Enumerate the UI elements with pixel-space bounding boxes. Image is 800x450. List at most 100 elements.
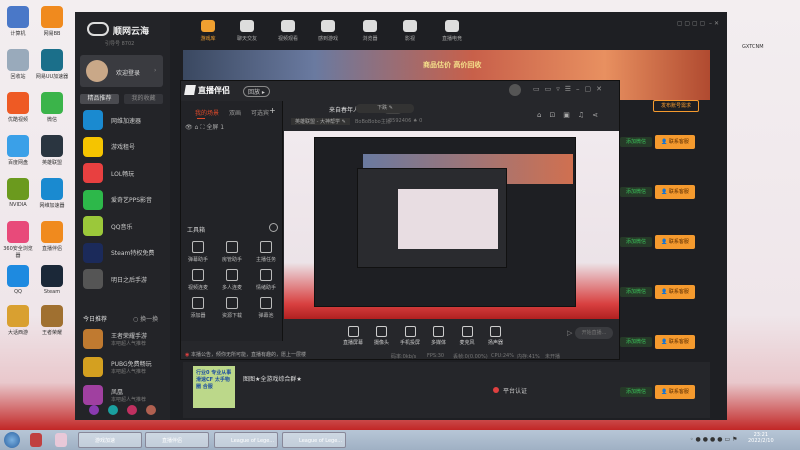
source-button[interactable]: 摄像头	[367, 326, 397, 346]
desktop-icon[interactable]: 英雄联盟	[35, 135, 69, 166]
desktop-icon[interactable]: 百度网盘	[1, 135, 35, 166]
refresh-icon[interactable]	[269, 223, 278, 232]
play-icon[interactable]	[108, 405, 118, 415]
tool-item[interactable]: 多人连麦	[215, 269, 249, 291]
contact-service-button[interactable]: 👤 联系客服	[655, 335, 695, 349]
taskbar-item[interactable]: 直播伴侣	[145, 432, 209, 448]
desktop-icon[interactable]: 360安全浏览器	[1, 221, 35, 259]
desktop-icon-label[interactable]: GXTCNM	[742, 44, 764, 50]
tool-item[interactable]: 弹幕助手	[181, 241, 215, 263]
taskbar-item[interactable]: League of Lege...	[214, 432, 278, 448]
sidebar-app[interactable]: 爱奇艺PPS影音	[83, 189, 152, 211]
desktop-icon[interactable]: 王者荣耀	[35, 305, 69, 336]
music-icon[interactable]	[89, 405, 99, 415]
window-controls[interactable]: ▭▭▿☰–▢✕	[533, 85, 607, 93]
clock[interactable]: 23:21 2022/2/10	[748, 432, 774, 444]
nav-item[interactable]: 感到游戏	[308, 20, 348, 42]
desktop-icon[interactable]: Steam	[35, 265, 69, 295]
tray-icons[interactable]: ◦●●●●▭⚑	[690, 436, 740, 443]
desktop-icon-label: 英雄联盟	[41, 160, 62, 166]
publish-request-button[interactable]: 发布账号需求	[653, 100, 699, 112]
contact-service-button[interactable]: 👤 联系客服	[655, 185, 695, 199]
window-controls[interactable]: ▢ ▢ ▢ ▢ – ✕	[677, 20, 719, 27]
scene-tab[interactable]: 我的场景	[195, 108, 219, 117]
taskbar-item[interactable]: 游戏加速	[78, 432, 142, 448]
nav-item[interactable]: 视频观看	[268, 20, 308, 42]
contact-service-button[interactable]: 👤 联系客服	[655, 235, 695, 249]
tool-item[interactable]: 房管助手	[215, 241, 249, 263]
tool-item[interactable]: 添加器	[181, 297, 215, 319]
source-button[interactable]: 麦克风	[452, 326, 482, 346]
nav-item[interactable]: 游戏库	[188, 20, 228, 42]
recommend-item[interactable]: 王者荣耀手游 本吧超人气推荐	[83, 328, 147, 350]
source-button[interactable]: 多媒体	[424, 326, 454, 346]
scene-tab[interactable]: 双画	[229, 108, 241, 117]
sidebar-app[interactable]: 明日之后手游	[83, 268, 147, 290]
desktop-icon[interactable]: 网易BB	[35, 6, 69, 37]
desktop-icon[interactable]: 大话西游	[1, 305, 35, 336]
start-live-button[interactable]: 开始直播...	[575, 327, 613, 339]
add-wechat-button[interactable]: 添加微信	[620, 287, 652, 297]
sidebar-app[interactable]: 游戏租号	[83, 136, 135, 158]
add-wechat-button[interactable]: 添加微信	[620, 387, 652, 397]
tool-item[interactable]: 视频连麦	[181, 269, 215, 291]
sidebar-app[interactable]: 网维加速器	[83, 109, 141, 131]
tab-favorites[interactable]: 我的收藏	[124, 94, 163, 104]
pinned-app-icon[interactable]	[30, 433, 42, 447]
taskbar-item[interactable]: League of Lege...	[282, 432, 346, 448]
tab-recommended[interactable]: 精品推荐	[80, 94, 119, 104]
avatar[interactable]	[509, 84, 521, 96]
heat-count: ♠ 0	[413, 118, 423, 124]
recommend-item[interactable]: PUBG免费畅玩 本吧超人气推荐	[83, 356, 152, 378]
contact-service-button[interactable]: 👤 联系客服	[655, 135, 695, 149]
recommend-item[interactable]: 凤凰 本吧超人气推荐	[83, 384, 146, 406]
login-label: 欢迎登录	[116, 70, 141, 77]
scene-tab[interactable]: 可选宾	[251, 108, 269, 117]
nav-item[interactable]: 聊天交友	[227, 20, 267, 42]
add-wechat-button[interactable]: 添加微信	[620, 137, 652, 147]
source-label: 多媒体	[430, 340, 446, 346]
nav-item[interactable]: 影视	[390, 20, 430, 42]
source-button[interactable]: 直播屏幕	[338, 326, 368, 346]
desktop-icon[interactable]: 网易UU加速器	[35, 49, 69, 80]
replay-badge[interactable]: 回放 ▸	[243, 86, 270, 97]
start-button[interactable]	[4, 432, 20, 448]
settings-icon[interactable]	[146, 405, 156, 415]
desktop-icon[interactable]: 微信	[35, 92, 69, 123]
room-action-icons[interactable]: ⌂⊡▣♫⋖	[537, 111, 606, 119]
contact-service-button[interactable]: 👤 联系客服	[655, 285, 695, 299]
recommend-title: 王者荣耀手游	[111, 333, 148, 340]
add-wechat-button[interactable]: 添加微信	[620, 187, 652, 197]
desktop-icon[interactable]: 计算机	[1, 6, 35, 37]
desktop-icon[interactable]: QQ	[1, 265, 35, 295]
desktop-icon[interactable]: 直播伴侣	[35, 221, 69, 252]
add-wechat-button[interactable]: 添加微信	[620, 337, 652, 347]
desktop-icon[interactable]: 优酷视频	[1, 92, 35, 123]
tool-item[interactable]: 弹幕池	[249, 297, 283, 319]
source-button[interactable]: 扬声器	[481, 326, 511, 346]
desktop-icon[interactable]: 网维加速器	[35, 178, 69, 209]
nav-item[interactable]: 浏览器	[350, 20, 390, 42]
sidebar-app[interactable]: LOL畅玩	[83, 162, 134, 184]
tool-item[interactable]: 资源下载	[215, 297, 249, 319]
login-card[interactable]: 欢迎登录 ›	[80, 55, 163, 87]
scene-item[interactable]: 👁 ⌂ ⛶ 全屏 1	[185, 122, 224, 132]
refresh-button[interactable]: ○ 换一换	[133, 314, 158, 323]
contact-service-button[interactable]: 👤 联系客服	[655, 385, 695, 399]
tool-item[interactable]: 情绪助手	[249, 269, 283, 291]
gamepad-icon[interactable]	[127, 405, 137, 415]
sidebar-app[interactable]: QQ音乐	[83, 215, 132, 237]
status-field[interactable]: 下跌 ✎	[356, 104, 414, 113]
add-wechat-button[interactable]: 添加微信	[620, 237, 652, 247]
tool-item[interactable]: 主播任务	[249, 241, 283, 263]
category-selector[interactable]: 英雄联盟 - 大神帮学 ✎	[291, 118, 350, 125]
desktop-icon[interactable]: NVIDIA	[1, 178, 35, 208]
pinned-app-icon[interactable]	[55, 433, 67, 447]
app-icon	[7, 6, 29, 28]
desktop-icon[interactable]: 回收站	[1, 49, 35, 80]
sidebar-app[interactable]: Steam特权免费	[83, 242, 154, 264]
source-button[interactable]: 手机投屏	[395, 326, 425, 346]
preview-canvas[interactable]	[284, 131, 619, 319]
nav-item[interactable]: 直播电竞	[432, 20, 472, 42]
add-scene-icon[interactable]: +	[269, 106, 276, 115]
